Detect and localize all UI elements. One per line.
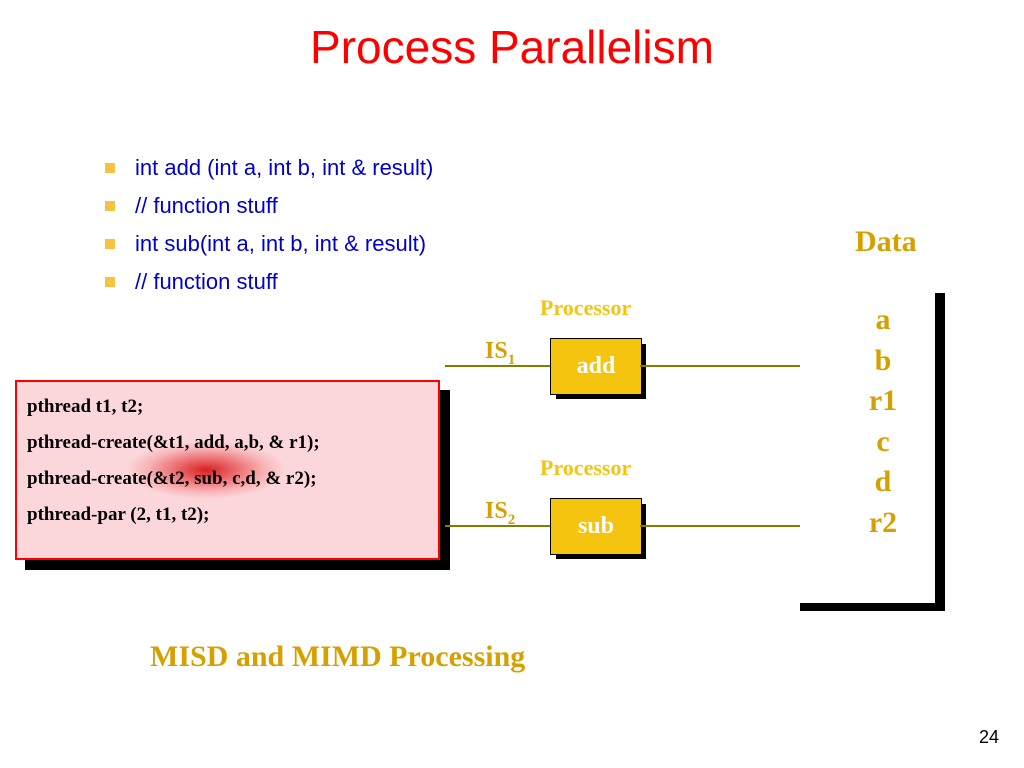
bullet-icon — [105, 201, 115, 211]
data-item: r1 — [843, 381, 923, 422]
code-line: pthread-par (2, t1, t2); — [27, 504, 428, 526]
bullet-list: int add (int a, int b, int & result) // … — [105, 155, 433, 307]
line-is1-right — [640, 365, 800, 367]
processor-add-box: add — [550, 338, 642, 395]
processor-label-2: Processor — [540, 455, 631, 481]
line-is2-right — [640, 525, 800, 527]
data-bracket-vertical — [935, 293, 945, 611]
bullet-icon — [105, 163, 115, 173]
code-box: pthread t1, t2; pthread-create(&t1, add,… — [15, 380, 440, 560]
slide-title: Process Parallelism — [0, 20, 1024, 74]
bullet-text: int sub(int a, int b, int & result) — [135, 231, 426, 257]
list-item: int add (int a, int b, int & result) — [105, 155, 433, 181]
data-bracket-horizontal — [800, 603, 945, 611]
processor-label-1: Processor — [540, 295, 631, 321]
bullet-text: int add (int a, int b, int & result) — [135, 155, 433, 181]
code-line: pthread t1, t2; — [27, 396, 428, 418]
caption: MISD and MIMD Processing — [150, 640, 525, 674]
line-is2-left — [445, 525, 550, 527]
code-line: pthread-create(&t1, add, a,b, & r1); — [27, 432, 428, 454]
line-is1-left — [445, 365, 550, 367]
code-line: pthread-create(&t2, sub, c,d, & r2); — [27, 468, 428, 490]
data-item: r2 — [843, 503, 923, 544]
list-item: // function stuff — [105, 269, 433, 295]
data-item: b — [843, 341, 923, 382]
bullet-icon — [105, 239, 115, 249]
data-item: a — [843, 300, 923, 341]
list-item: // function stuff — [105, 193, 433, 219]
page-number: 24 — [979, 727, 999, 748]
data-heading: Data — [855, 225, 917, 259]
data-item: c — [843, 422, 923, 463]
bullet-text: // function stuff — [135, 269, 278, 295]
data-column: a b r1 c d r2 — [843, 300, 923, 543]
bullet-text: // function stuff — [135, 193, 278, 219]
list-item: int sub(int a, int b, int & result) — [105, 231, 433, 257]
bullet-icon — [105, 277, 115, 287]
data-item: d — [843, 462, 923, 503]
processor-sub-box: sub — [550, 498, 642, 555]
